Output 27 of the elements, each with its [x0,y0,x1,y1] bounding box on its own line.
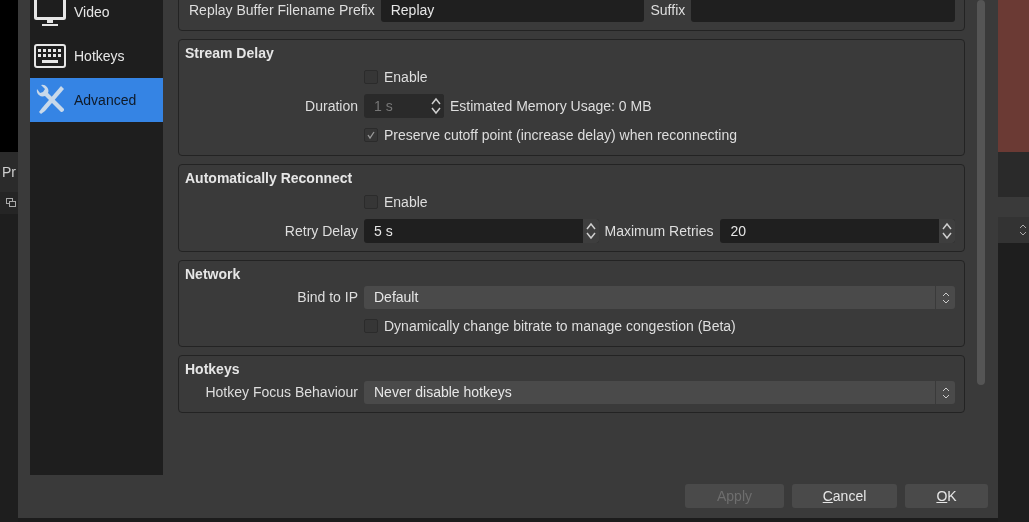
text-field[interactable]: Replay [380,0,645,22]
field-label: Duration [304,96,358,116]
spin-box[interactable]: 20 [720,219,955,243]
sidebar-item[interactable]: Hotkeys [30,34,163,78]
sidebar-item[interactable]: Video [30,0,163,34]
memory-usage-text: Estimated Memory Usage: 0 MB [450,96,652,116]
dropdown[interactable]: Default [364,286,955,309]
group-title: Hotkeys [185,360,241,379]
group-title: Network [185,265,242,284]
field-label: Replay Buffer Filename Prefix [189,0,375,20]
dialog-button[interactable]: Cancel [792,484,897,508]
panel-title: Pr [1,162,16,182]
group-title: Stream Delay [185,44,275,63]
checkbox[interactable]: Enable [364,65,955,89]
spin-box[interactable]: 5 s [364,219,599,243]
checkbox[interactable]: Enable [364,190,955,214]
field-label: Bind to IP [296,288,358,307]
sidebar-item[interactable]: Advanced [30,78,163,122]
field-label: Suffix [650,0,686,20]
field-label: Hotkey Focus Behaviour [204,383,358,402]
field-label: Maximum Retries [604,221,714,241]
checkbox[interactable]: Preserve cutoff point (increase delay) when reconnecting [364,123,955,147]
dialog-button[interactable]: OK [905,484,988,508]
dropdown[interactable]: Never disable hotkeys [364,381,955,404]
field-label: Retry Delay [283,221,358,241]
checkbox[interactable]: Dynamically change bitrate to manage congestion (Beta) [364,314,955,338]
group-title: Automatically Reconnect [185,169,354,188]
